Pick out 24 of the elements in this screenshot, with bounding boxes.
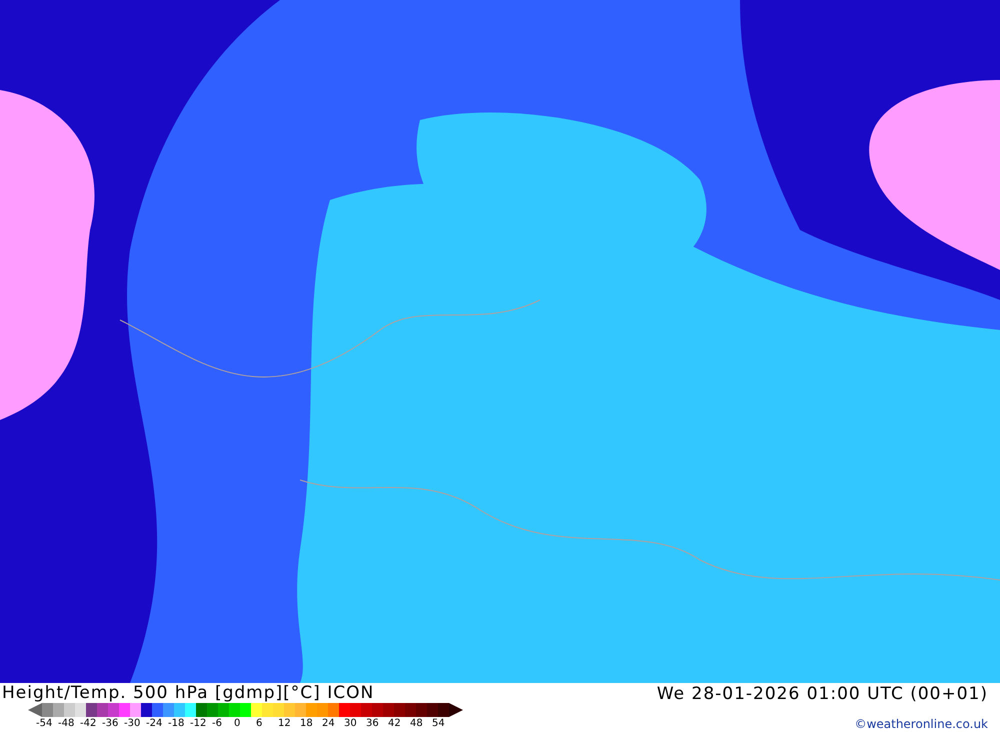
scale-label: 6 xyxy=(256,717,264,731)
scale-label: -36 xyxy=(102,717,120,731)
credit-link[interactable]: ©weatheronline.co.uk xyxy=(854,717,988,731)
scale-left-arrow-icon xyxy=(28,703,42,717)
scale-label: 24 xyxy=(322,717,336,731)
scale-right-arrow-icon xyxy=(449,703,463,717)
valid-time: We 28-01-2026 01:00 UTC (00+01) xyxy=(656,683,988,705)
scale-label: 48 xyxy=(410,717,424,731)
scale-label: -54 xyxy=(36,717,54,731)
scale-label: 12 xyxy=(278,717,292,731)
scale-label: 18 xyxy=(300,717,314,731)
scale-label: 30 xyxy=(344,717,358,731)
scale-label: 42 xyxy=(388,717,402,731)
scale-label: -18 xyxy=(168,717,186,731)
scale-label: -42 xyxy=(80,717,98,731)
scale-label: -30 xyxy=(124,717,142,731)
chart-title: Height/Temp. 500 hPa [gdmp][°C] ICON xyxy=(1,683,376,703)
scale-label: 0 xyxy=(234,717,242,731)
scale-label: -48 xyxy=(58,717,76,731)
scale-label: -24 xyxy=(146,717,164,731)
scale-label: -6 xyxy=(212,717,223,731)
scale-label: -12 xyxy=(190,717,208,731)
scale-label: 54 xyxy=(432,717,446,731)
scale-label: 36 xyxy=(366,717,380,731)
